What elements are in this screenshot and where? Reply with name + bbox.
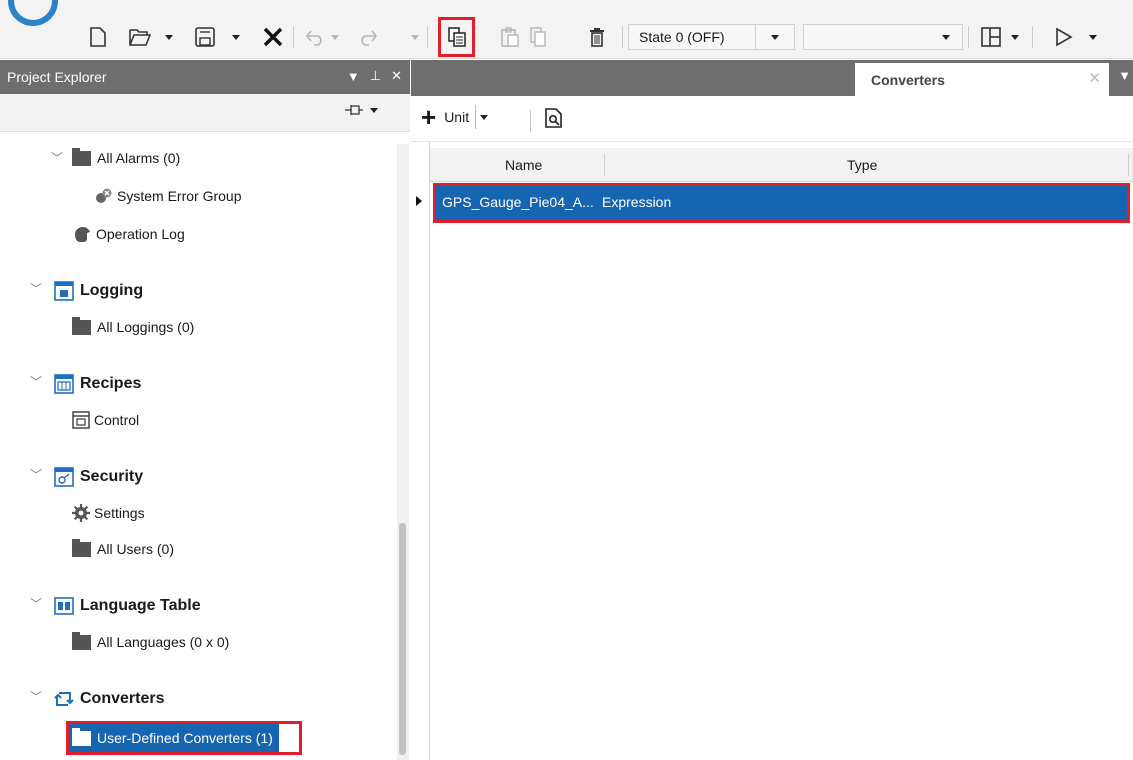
- open-icon[interactable]: [127, 22, 153, 52]
- tree-item-label: Control: [94, 412, 140, 428]
- gear-icon: [72, 504, 90, 522]
- tree-item-all-alarms[interactable]: All Alarms (0): [72, 146, 180, 170]
- chevron-down-icon[interactable]: ﹀: [51, 149, 63, 166]
- save-icon[interactable]: [192, 22, 218, 52]
- layout-dropdown-button[interactable]: [1008, 22, 1022, 52]
- project-explorer-pane: Project Explorer ▼ ⊥ ✕ ﹀ All Alarms (0) …: [0, 60, 410, 760]
- tab-overflow-icon[interactable]: ▼: [1118, 68, 1131, 83]
- chevron-down-icon[interactable]: ﹀: [30, 373, 42, 390]
- tree-section-recipes[interactable]: Recipes: [54, 372, 141, 396]
- tree-item-all-languages[interactable]: All Languages (0 x 0): [72, 630, 229, 654]
- run-icon[interactable]: [1052, 22, 1076, 52]
- explorer-scrollbar-thumb[interactable]: [399, 523, 406, 755]
- duplicate-icon[interactable]: [526, 22, 550, 52]
- tree-item-label: System Error Group: [117, 188, 242, 204]
- chevron-down-icon[interactable]: ﹀: [30, 688, 42, 705]
- tree-item-operation-log[interactable]: Operation Log: [72, 222, 185, 246]
- project-tree: ﹀ All Alarms (0) System Error Group Oper…: [0, 144, 395, 760]
- add-unit-button[interactable]: + Unit: [421, 102, 491, 132]
- pushpin-icon: [345, 105, 363, 115]
- redo-icon[interactable]: [355, 22, 381, 52]
- tree-item-all-loggings[interactable]: All Loggings (0): [72, 315, 194, 339]
- tree-item-label: Operation Log: [96, 226, 185, 242]
- explorer-toolbar: [0, 94, 410, 132]
- folder-icon: [72, 316, 91, 335]
- paste-icon[interactable]: [497, 22, 523, 52]
- document-tab-bar: Converters ✕ ▼: [411, 60, 1133, 96]
- tree-item-settings[interactable]: Settings: [72, 501, 145, 525]
- folder-icon: [72, 147, 91, 166]
- tree-section-label: Security: [80, 468, 144, 485]
- main-toolbar: State 0 (OFF): [0, 0, 1133, 59]
- hand-icon: [75, 227, 90, 242]
- tree-section-language-table[interactable]: Language Table: [54, 594, 201, 618]
- converters-grid: Name Type GPS_Gauge_Pie04_A... Expressio…: [411, 142, 1133, 760]
- chevron-down-icon[interactable]: ﹀: [30, 280, 42, 297]
- pane-menu-icon[interactable]: ▼: [347, 69, 360, 84]
- run-dropdown-button[interactable]: [1086, 22, 1100, 52]
- chevron-down-icon[interactable]: ﹀: [30, 466, 42, 483]
- tree-section-label: Logging: [80, 282, 144, 299]
- converters-panel: Converters ✕ ▼ + Unit Name Type GPS_Gaug…: [411, 60, 1133, 760]
- column-header-name[interactable]: Name: [505, 157, 542, 173]
- redo-dropdown-button[interactable]: [408, 22, 422, 52]
- open-dropdown-button[interactable]: [162, 22, 176, 52]
- security-icon: [54, 467, 74, 487]
- undo-icon[interactable]: [302, 22, 328, 52]
- tree-item-label: All Loggings (0): [97, 319, 195, 335]
- tree-item-label: All Users (0): [97, 541, 175, 557]
- tree-section-security[interactable]: Security: [54, 465, 143, 489]
- tree-item-system-error-group[interactable]: System Error Group: [95, 184, 241, 208]
- undo-dropdown-button[interactable]: [328, 22, 342, 52]
- tree-item-all-users[interactable]: All Users (0): [72, 537, 174, 561]
- save-dropdown-button[interactable]: [229, 22, 243, 52]
- close-tab-icon[interactable]: ✕: [1088, 69, 1101, 87]
- pin-options-button[interactable]: [344, 103, 378, 117]
- secondary-combo[interactable]: [803, 24, 963, 50]
- app-logo: [8, 0, 58, 26]
- grid-header: Name Type: [430, 148, 1133, 182]
- copy-button-highlight: [438, 17, 475, 57]
- state-combo-dropdown-button[interactable]: [755, 24, 795, 50]
- tree-section-label: Recipes: [80, 375, 142, 392]
- tab-title: Converters: [871, 71, 945, 88]
- delete-x-icon[interactable]: [258, 22, 288, 52]
- logging-icon: [54, 281, 74, 301]
- language-table-icon: [54, 597, 74, 615]
- selected-row-highlight: [433, 183, 1130, 223]
- state-combo-value: State 0 (OFF): [639, 29, 725, 45]
- current-row-indicator-icon: [416, 196, 422, 206]
- converters-toolbar: + Unit: [411, 96, 1133, 142]
- recipes-icon: [54, 374, 74, 394]
- control-icon: [72, 411, 90, 429]
- tab-converters[interactable]: Converters ✕: [855, 63, 1109, 96]
- layout-icon[interactable]: [978, 22, 1004, 52]
- tree-item-control[interactable]: Control: [72, 408, 139, 432]
- tree-item-label: Settings: [94, 505, 145, 521]
- folder-icon: [72, 631, 91, 650]
- converters-icon: [54, 692, 74, 706]
- project-explorer-title: Project Explorer: [7, 69, 107, 85]
- chevron-down-icon[interactable]: ﹀: [30, 595, 42, 612]
- close-icon[interactable]: ✕: [391, 68, 402, 84]
- tree-item-label: All Languages (0 x 0): [97, 634, 230, 650]
- preview-icon[interactable]: [545, 108, 563, 133]
- tree-section-logging[interactable]: Logging: [54, 279, 143, 303]
- add-unit-label: Unit: [444, 109, 470, 125]
- folder-icon: [72, 538, 91, 557]
- error-group-icon: [96, 188, 112, 203]
- trash-icon[interactable]: [586, 22, 608, 52]
- column-header-type[interactable]: Type: [847, 157, 877, 173]
- tree-section-label: Language Table: [80, 597, 201, 614]
- plus-icon: +: [421, 102, 437, 132]
- tree-section-label: Converters: [80, 690, 165, 707]
- project-explorer-header: Project Explorer ▼ ⊥ ✕: [0, 60, 410, 94]
- selected-item-highlight: [66, 721, 302, 755]
- row-header-strip: [411, 142, 430, 760]
- pin-icon[interactable]: ⊥: [370, 68, 381, 84]
- tree-section-converters[interactable]: Converters: [54, 687, 164, 711]
- add-unit-dropdown-button[interactable]: [475, 105, 491, 129]
- tree-item-label: All Alarms (0): [97, 150, 181, 166]
- new-file-icon[interactable]: [86, 22, 110, 52]
